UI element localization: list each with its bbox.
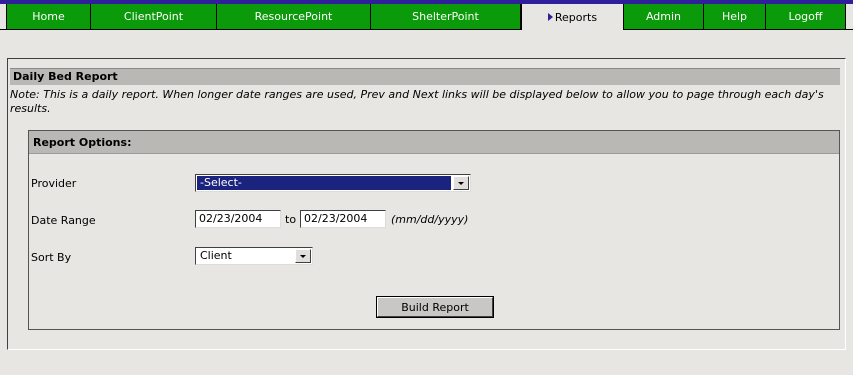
tab-clientpoint-label: ClientPoint [123, 10, 184, 23]
sort-by-dropdown-button[interactable] [295, 249, 311, 263]
provider-select-value: -Select- [197, 176, 451, 190]
tab-clientpoint[interactable]: ClientPoint [91, 4, 217, 29]
tab-home[interactable]: Home [6, 4, 91, 29]
top-nav: Home ClientPoint ResourcePoint ShelterPo… [0, 0, 853, 30]
tab-resourcepoint-label: ResourcePoint [254, 10, 333, 23]
provider-label: Provider [31, 177, 77, 190]
active-tab-arrow-icon [547, 13, 553, 21]
report-options-header: Report Options: [29, 131, 839, 154]
date-range-label: Date Range [31, 214, 96, 227]
provider-dropdown-button[interactable] [453, 176, 469, 190]
tab-reports-label: Reports [554, 10, 598, 24]
build-report-button[interactable]: Build Report [376, 296, 494, 318]
tab-admin[interactable]: Admin [624, 4, 704, 29]
sort-by-select[interactable]: Client [195, 247, 313, 265]
tab-help-label: Help [721, 10, 748, 23]
nav-bottom-border-right [624, 29, 853, 30]
sort-by-label: Sort By [31, 251, 72, 264]
tab-logoff-label: Logoff [788, 10, 823, 23]
chevron-down-icon [458, 181, 464, 185]
sort-by-select-value: Client [200, 249, 232, 262]
report-note: Note: This is a daily report. When longe… [10, 88, 824, 115]
start-date-input[interactable]: 02/23/2004 [195, 210, 281, 228]
tab-resourcepoint[interactable]: ResourcePoint [217, 4, 371, 29]
tab-reports[interactable]: Reports [521, 4, 624, 30]
tab-help[interactable]: Help [704, 4, 766, 29]
report-title: Daily Bed Report [10, 68, 840, 85]
end-date-input[interactable]: 02/23/2004 [300, 210, 386, 228]
provider-select[interactable]: -Select- [195, 174, 471, 192]
report-options-panel: Report Options: Provider -Select- Date R… [28, 130, 840, 330]
chevron-down-icon [300, 254, 306, 258]
date-format-hint: (mm/dd/yyyy) [391, 213, 469, 226]
tab-shelterpoint[interactable]: ShelterPoint [371, 4, 521, 29]
tab-admin-label: Admin [645, 10, 682, 23]
tab-shelterpoint-label: ShelterPoint [412, 10, 479, 23]
nav-bottom-border-left [0, 29, 521, 30]
tab-logoff[interactable]: Logoff [766, 4, 846, 29]
date-range-separator: to [285, 213, 297, 226]
tab-home-label: Home [32, 10, 65, 23]
